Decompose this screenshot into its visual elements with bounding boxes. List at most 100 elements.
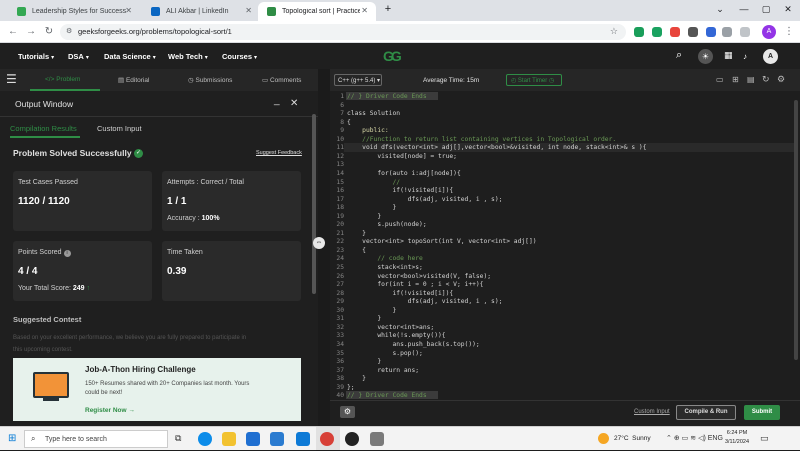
resize-handle-icon[interactable]: ⇔ <box>313 237 325 249</box>
compile-run-button[interactable]: Compile & Run <box>676 405 736 420</box>
theme-toggle-icon[interactable]: ☀ <box>698 49 713 64</box>
close-icon[interactable]: ✕ <box>245 6 252 15</box>
code-line[interactable]: for(auto i:adj[node]){ <box>347 170 460 177</box>
window-maximize-button[interactable]: ▢ <box>756 4 776 15</box>
code-line[interactable]: } <box>347 307 396 314</box>
code-line[interactable]: } <box>347 230 366 237</box>
browser-tab-leadership[interactable]: Leadership Styles for Success ✕ <box>8 2 140 21</box>
browser-tab-linkedin[interactable]: ALI Akbar | LinkedIn ✕ <box>142 2 260 21</box>
tab-editorial[interactable]: ▤ Editorial <box>118 76 149 84</box>
nav-menu-data-science[interactable]: Data Science ▾ <box>104 52 156 61</box>
tab-custom-input[interactable]: Custom Input <box>97 124 142 133</box>
window-minimize-button[interactable]: — <box>734 4 754 14</box>
address-bar[interactable]: ⚙ geeksforgeeks.org/problems/topological… <box>60 24 626 40</box>
extensions-puzzle-icon[interactable] <box>722 27 732 37</box>
start-timer-button[interactable]: ◴ Start Timer ◷ <box>506 74 562 86</box>
gfg-logo[interactable]: GG <box>383 48 402 64</box>
microsoft-store-icon[interactable] <box>246 432 260 446</box>
site-info-icon[interactable]: ⚙ <box>66 27 72 35</box>
system-tray-icons[interactable]: ⌃ ⊕ ▭ ≋ ◁) ENG <box>666 434 723 442</box>
tab-search-button[interactable]: ⌄ <box>710 4 730 15</box>
minimize-icon[interactable]: _ <box>274 95 280 106</box>
reset-code-icon[interactable]: ↻ <box>762 74 770 85</box>
code-line[interactable]: class Solution <box>347 110 400 117</box>
extension-icon[interactable] <box>688 27 698 37</box>
taskbar-search-box[interactable]: ⌕ Type here to search <box>24 430 168 448</box>
code-line[interactable]: dfs(adj, visited, i , s); <box>347 196 503 203</box>
code-line[interactable]: } <box>347 358 381 365</box>
task-view-icon[interactable]: ⧉ <box>175 433 181 444</box>
tab-compilation-results[interactable]: Compilation Results <box>10 124 77 133</box>
nav-menu-web-tech[interactable]: Web Tech ▾ <box>168 52 208 61</box>
submit-button[interactable]: Submit <box>744 405 780 420</box>
expand-icon[interactable]: ⊞ <box>732 75 739 84</box>
browser-tab-topological-sort[interactable]: Topological sort | Practice | Gee ✕ <box>258 2 376 21</box>
settings-gear-icon[interactable]: ⚙ <box>777 74 785 85</box>
code-line[interactable]: { <box>347 119 351 126</box>
code-line[interactable]: for(int i = 0 ; i < V; i++){ <box>347 281 483 288</box>
reload-icon[interactable]: ↻ <box>42 26 56 38</box>
code-line[interactable]: } <box>347 375 366 382</box>
tab-problem[interactable]: </> Problem <box>45 76 80 83</box>
left-panel-scrollbar[interactable] <box>312 114 316 294</box>
code-line[interactable]: return ans; <box>347 367 419 374</box>
search-icon[interactable]: ⌕ <box>676 49 682 62</box>
notifications-icon[interactable]: ▭ <box>760 433 769 444</box>
code-line[interactable]: //Function to return list containing ver… <box>347 136 616 143</box>
code-line[interactable]: ans.push_back(s.top()); <box>347 341 479 348</box>
new-tab-button[interactable]: + <box>378 3 398 15</box>
code-line[interactable]: stack<int>s; <box>347 264 423 271</box>
editor-scrollbar[interactable] <box>794 100 798 360</box>
clock-time[interactable]: 6:24 PM <box>724 430 750 436</box>
code-line[interactable]: vector<int>ans; <box>347 324 434 331</box>
code-line[interactable]: } <box>347 204 396 211</box>
nav-menu-tutorials[interactable]: Tutorials ▾ <box>18 52 54 61</box>
code-line[interactable]: vector<int> topoSort(int V, vector<int> … <box>347 238 536 245</box>
profile-avatar[interactable]: A <box>762 25 776 39</box>
code-line[interactable]: vector<bool>visited(V, false); <box>347 273 491 280</box>
nav-menu-courses[interactable]: Courses ▾ <box>222 52 257 61</box>
code-line[interactable]: { <box>347 247 366 254</box>
code-line[interactable]: while(!s.empty()){ <box>347 332 445 339</box>
code-line[interactable]: // code here <box>347 255 423 262</box>
code-line[interactable]: // <box>347 179 400 186</box>
tab-submissions[interactable]: ◷ Submissions <box>188 76 232 84</box>
weather-text[interactable]: 27°C Sunny <box>614 435 651 442</box>
file-explorer-icon[interactable] <box>222 432 236 446</box>
clock-date[interactable]: 3/11/2024 <box>722 439 752 445</box>
extension-icon[interactable] <box>652 27 662 37</box>
close-icon[interactable]: ✕ <box>361 6 368 15</box>
vscode-icon[interactable] <box>296 432 310 446</box>
close-icon[interactable]: ✕ <box>290 98 298 109</box>
code-line[interactable]: public: <box>347 127 389 134</box>
code-line[interactable]: s.push(node); <box>347 221 426 228</box>
extension-icon[interactable] <box>670 27 680 37</box>
bookmark-star-icon[interactable]: ☆ <box>610 26 618 37</box>
code-editor[interactable]: 1// } Driver Code Ends 6 7 class Solution 8{… <box>330 91 800 400</box>
code-line[interactable]: }; <box>347 384 355 391</box>
suggest-feedback-link[interactable]: Suggest Feedback <box>256 150 302 156</box>
extension-icon[interactable] <box>706 27 716 37</box>
forward-arrow-icon[interactable]: → <box>24 26 38 38</box>
media-player-icon[interactable] <box>345 432 359 446</box>
extension-icon[interactable] <box>634 27 644 37</box>
close-icon[interactable]: ✕ <box>125 6 132 15</box>
windows-start-icon[interactable]: ⊞ <box>8 433 16 444</box>
sidebar-icon[interactable] <box>740 27 750 37</box>
code-line[interactable]: // } Driver Code Ends <box>347 392 427 399</box>
notification-bell-icon[interactable]: ♪ <box>743 52 747 61</box>
mail-icon[interactable] <box>270 432 284 446</box>
code-line[interactable]: s.pop(); <box>347 350 422 357</box>
run-settings-icon[interactable]: ⚙ <box>340 406 355 418</box>
code-line[interactable]: visited[node] = true; <box>347 153 457 160</box>
code-line[interactable]: void dfs(vector<int> adj[],vector<bool>&… <box>347 144 646 151</box>
code-line[interactable]: dfs(adj, visited, i , s); <box>347 298 503 305</box>
code-line[interactable]: if(!visited[i]){ <box>347 290 453 297</box>
custom-input-link[interactable]: Custom Input <box>634 409 670 415</box>
language-select[interactable]: C++ (g++ 5.4) ▾ <box>334 74 382 86</box>
fullscreen-icon[interactable]: ▭ <box>716 75 724 84</box>
browser-menu-icon[interactable]: ⋮ <box>782 26 796 38</box>
grid-apps-icon[interactable]: ▦ <box>724 50 733 61</box>
tab-comments[interactable]: ▭ Comments <box>262 76 301 84</box>
edge-browser-icon[interactable] <box>198 432 212 446</box>
